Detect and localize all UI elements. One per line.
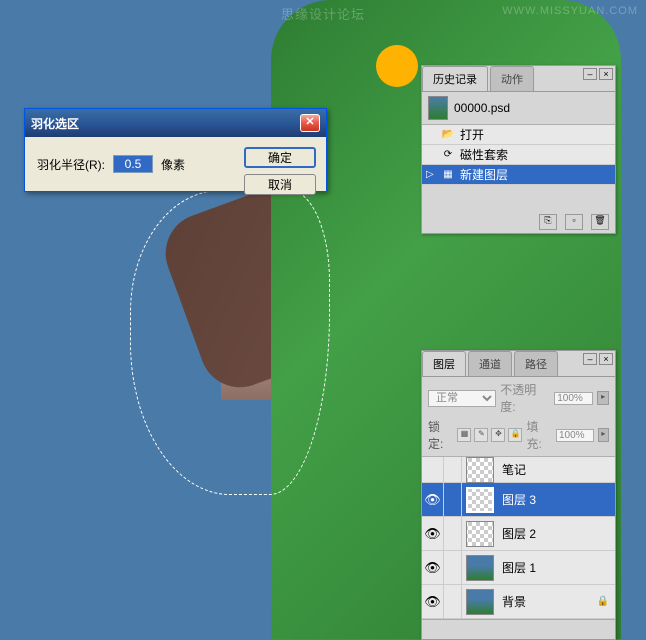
watermark-forum: 思缘设计论坛: [281, 4, 365, 23]
layer-thumb: [466, 487, 494, 513]
panel-close-icon[interactable]: ×: [599, 68, 613, 80]
panel-minimize-icon[interactable]: –: [583, 68, 597, 80]
link-col[interactable]: [444, 457, 462, 482]
history-current-icon: ▷: [426, 169, 436, 180]
visibility-toggle[interactable]: 👁: [422, 483, 444, 516]
dialog-title-text: 羽化选区: [31, 115, 79, 132]
layer-thumb: [466, 555, 494, 581]
layers-tabs: 图层 通道 路径 – ×: [422, 351, 615, 377]
feather-dialog: 羽化选区 ✕ 羽化半径(R): 像素 确定 取消: [24, 108, 327, 192]
link-col[interactable]: [444, 551, 462, 584]
history-list: 📂 打开 ⟳ 磁性套索 ▷ ▦ 新建图层: [422, 125, 615, 185]
visibility-toggle[interactable]: 👁: [422, 517, 444, 550]
layer-name: 图层 3: [498, 491, 615, 508]
history-item-newlayer[interactable]: ▷ ▦ 新建图层: [422, 165, 615, 185]
tab-actions[interactable]: 动作: [490, 66, 534, 91]
visibility-toggle[interactable]: 👁: [422, 551, 444, 584]
history-panel: 历史记录 动作 – × 00000.psd 📂 打开 ⟳ 磁性套索 ▷ ▦ 新建…: [421, 65, 616, 234]
lock-paint-icon[interactable]: ✎: [474, 428, 488, 442]
history-item-label: 新建图层: [460, 166, 508, 183]
close-icon[interactable]: ✕: [300, 114, 320, 132]
layer-name: 图层 1: [498, 559, 615, 576]
link-col[interactable]: [444, 517, 462, 550]
layer-row[interactable]: 笔记: [422, 457, 615, 483]
panel-close-icon[interactable]: ×: [599, 353, 613, 365]
layer-name: 图层 2: [498, 525, 615, 542]
history-item-lasso[interactable]: ⟳ 磁性套索: [422, 145, 615, 165]
link-col[interactable]: [444, 585, 462, 618]
lock-label: 锁定:: [428, 418, 453, 452]
opacity-value[interactable]: 100%: [554, 392, 593, 405]
tab-layers[interactable]: 图层: [422, 351, 466, 376]
layer-name: 背景: [498, 593, 597, 610]
layers-options: 正常 不透明度: 100% ▸ 锁定: ▦ ✎ ✥ 🔒 填充: 100% ▸: [422, 377, 615, 457]
history-item-label: 打开: [460, 126, 484, 143]
layer-row[interactable]: 👁 图层 2: [422, 517, 615, 551]
opacity-arrow-icon[interactable]: ▸: [597, 391, 609, 405]
snapshot-thumb: [428, 96, 448, 120]
trash-icon[interactable]: 🗑: [591, 214, 609, 230]
lock-icon: 🔒: [597, 596, 615, 607]
cancel-button[interactable]: 取消: [244, 174, 316, 195]
fill-arrow-icon[interactable]: ▸: [598, 428, 609, 442]
tab-paths[interactable]: 路径: [514, 351, 558, 376]
panel-minimize-icon[interactable]: –: [583, 353, 597, 365]
layer-row[interactable]: 👁 图层 3: [422, 483, 615, 517]
dialog-titlebar[interactable]: 羽化选区 ✕: [25, 109, 326, 137]
lasso-icon: ⟳: [440, 148, 456, 162]
feather-unit: 像素: [161, 156, 185, 173]
ok-button[interactable]: 确定: [244, 147, 316, 168]
layer-thumb: [466, 457, 494, 483]
fill-value[interactable]: 100%: [556, 429, 594, 442]
layer-row[interactable]: 👁 图层 1: [422, 551, 615, 585]
lock-transparency-icon[interactable]: ▦: [457, 428, 471, 442]
feather-radius-label: 羽化半径(R):: [37, 156, 105, 173]
history-footer: ⎘ ▫ 🗑: [422, 185, 615, 233]
new-state-icon[interactable]: ▫: [565, 214, 583, 230]
blend-mode-select[interactable]: 正常: [428, 390, 496, 407]
tab-history[interactable]: 历史记录: [422, 66, 488, 91]
model-earring: [376, 45, 418, 87]
new-snapshot-icon[interactable]: ⎘: [539, 214, 557, 230]
lock-move-icon[interactable]: ✥: [491, 428, 505, 442]
feather-radius-input[interactable]: [113, 155, 153, 173]
layer-name: 笔记: [498, 461, 615, 478]
open-icon: 📂: [440, 128, 456, 142]
layer-list: 笔记 👁 图层 3 👁 图层 2 👁 图层 1 👁 背景 🔒: [422, 457, 615, 619]
layer-row[interactable]: 👁 背景 🔒: [422, 585, 615, 619]
marching-ants-selection: [130, 190, 330, 495]
history-snapshot[interactable]: 00000.psd: [422, 92, 615, 125]
tab-channels[interactable]: 通道: [468, 351, 512, 376]
lock-buttons: ▦ ✎ ✥ 🔒: [457, 428, 522, 442]
layer-thumb: [466, 589, 494, 615]
history-tabs: 历史记录 动作 – ×: [422, 66, 615, 92]
newlayer-icon: ▦: [440, 168, 456, 182]
visibility-toggle[interactable]: [422, 457, 444, 482]
layers-footer: [422, 619, 615, 639]
history-item-open[interactable]: 📂 打开: [422, 125, 615, 145]
layer-thumb: [466, 521, 494, 547]
opacity-label: 不透明度:: [500, 381, 550, 415]
link-col[interactable]: [444, 483, 462, 516]
visibility-toggle[interactable]: 👁: [422, 585, 444, 618]
snapshot-filename: 00000.psd: [454, 101, 510, 115]
lock-all-icon[interactable]: 🔒: [508, 428, 522, 442]
watermark-url: WWW.MISSYUAN.COM: [502, 5, 638, 17]
history-item-label: 磁性套索: [460, 146, 508, 163]
fill-label: 填充:: [526, 418, 551, 452]
layers-panel: 图层 通道 路径 – × 正常 不透明度: 100% ▸ 锁定: ▦ ✎ ✥ 🔒…: [421, 350, 616, 640]
